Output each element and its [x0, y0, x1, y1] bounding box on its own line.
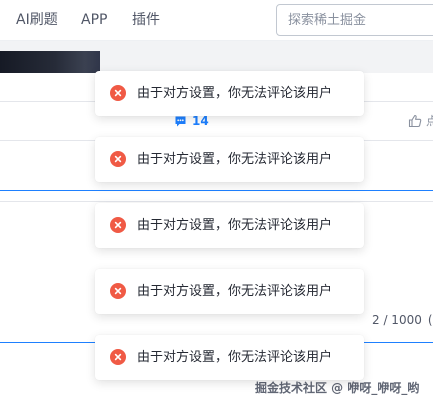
- toast-message: 由于对方设置，你无法评论该用户: [137, 152, 333, 167]
- search-box[interactable]: [276, 4, 433, 36]
- error-circle-icon: [110, 217, 126, 233]
- error-toast: 由于对方设置，你无法评论该用户: [95, 335, 364, 380]
- toast-message: 由于对方设置，你无法评论该用户: [137, 86, 333, 101]
- comment-count: 14: [192, 114, 209, 128]
- page: AI刷题 APP 插件 14 点 2 / 1000( 掘金技术社区 @: [0, 0, 433, 406]
- error-circle-icon: [110, 283, 126, 299]
- top-navigation: AI刷题 APP 插件: [0, 0, 433, 41]
- character-count: 2 / 1000: [372, 313, 422, 327]
- nav-item-ai-practice[interactable]: AI刷题: [16, 12, 58, 28]
- like-label: 点: [426, 114, 433, 128]
- error-circle-icon: [110, 151, 126, 167]
- watermark: 掘金技术社区 @ 咿呀_咿呀_哟: [255, 381, 420, 395]
- error-toast: 由于对方设置，你无法评论该用户: [95, 203, 364, 248]
- comment-count-button[interactable]: 14: [174, 114, 209, 128]
- toast-message: 由于对方设置，你无法评论该用户: [137, 284, 333, 299]
- search-input[interactable]: [288, 11, 428, 29]
- error-toast: 由于对方设置，你无法评论该用户: [95, 269, 364, 314]
- error-circle-icon: [110, 85, 126, 101]
- character-count-suffix: (: [427, 313, 433, 327]
- thumbs-up-icon: [408, 114, 422, 128]
- error-toast: 由于对方设置，你无法评论该用户: [95, 137, 364, 182]
- character-counter: 2 / 1000 (: [372, 313, 433, 327]
- nav-item-app[interactable]: APP: [81, 12, 107, 28]
- error-circle-icon: [110, 349, 126, 365]
- like-button[interactable]: 点: [408, 114, 433, 128]
- comment-icon: [175, 116, 186, 126]
- toast-message: 由于对方设置，你无法评论该用户: [137, 350, 333, 365]
- toast-message: 由于对方设置，你无法评论该用户: [137, 218, 333, 233]
- focused-editor-border: [0, 190, 433, 191]
- divider: [0, 201, 433, 202]
- cover-image: [0, 51, 100, 73]
- nav-item-plugins[interactable]: 插件: [132, 12, 160, 28]
- error-toast: 由于对方设置，你无法评论该用户: [95, 71, 364, 116]
